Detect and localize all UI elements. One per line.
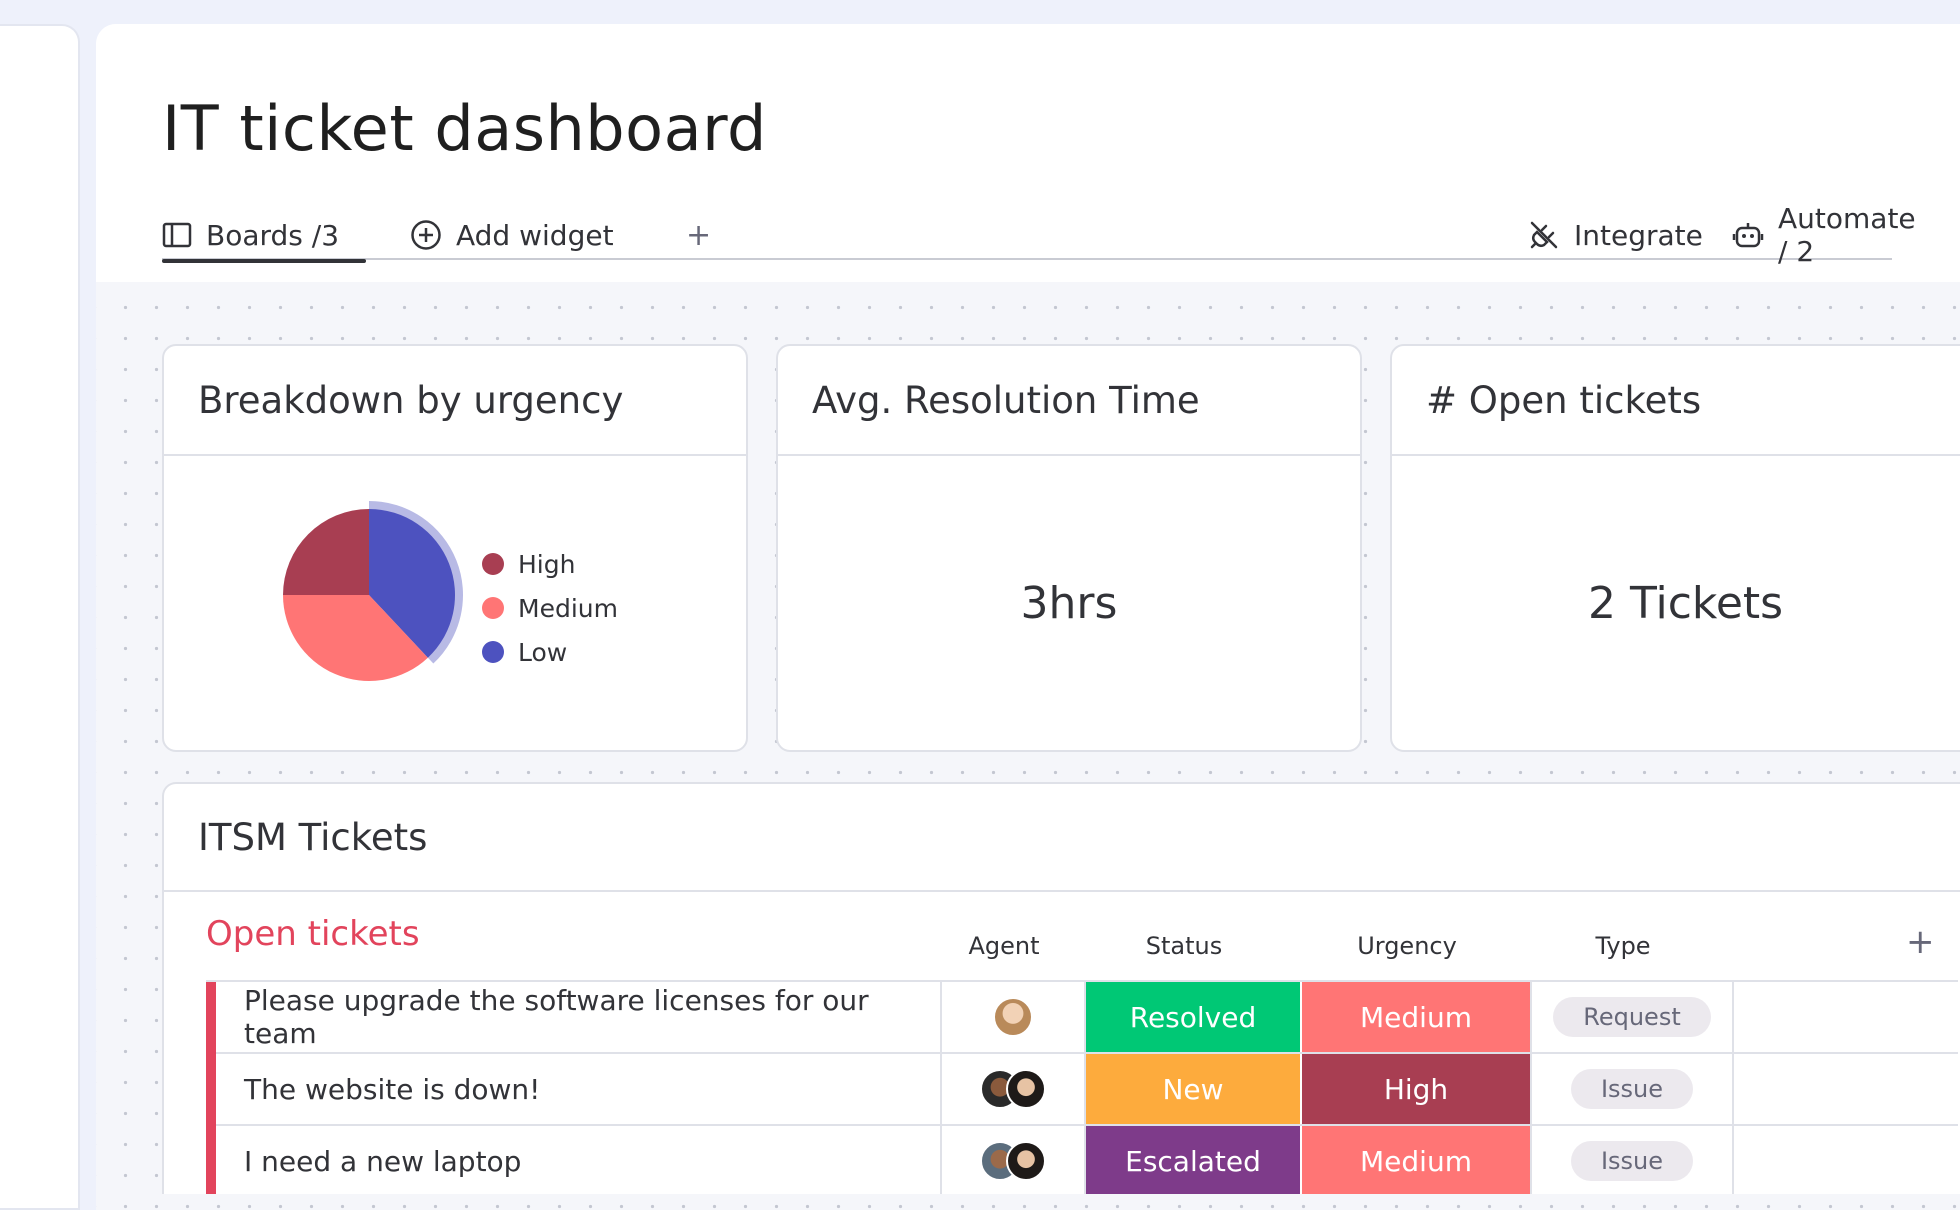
table-row[interactable]: I need a new laptop Escalated Medium Iss… bbox=[216, 1126, 1958, 1194]
type-cell[interactable]: Issue bbox=[1532, 1054, 1734, 1124]
page-title: IT ticket dashboard bbox=[162, 92, 767, 165]
pie-slice-high[interactable] bbox=[283, 509, 369, 595]
tickets-table: Please upgrade the software licenses for… bbox=[206, 980, 1958, 1194]
legend-item-low: Low bbox=[482, 630, 618, 674]
column-header-type[interactable]: Type bbox=[1522, 932, 1724, 960]
group-color-bar bbox=[206, 982, 216, 1194]
empty-cell bbox=[1734, 982, 1958, 1052]
legend-item-medium: Medium bbox=[482, 586, 618, 630]
urgency-label[interactable]: Medium bbox=[1302, 1126, 1532, 1194]
add-circle-icon bbox=[410, 219, 442, 251]
legend-dot bbox=[482, 553, 504, 575]
type-pill: Issue bbox=[1570, 1141, 1694, 1181]
tab-boards-label: Boards /3 bbox=[206, 218, 340, 252]
table-row[interactable]: Please upgrade the software licenses for… bbox=[216, 982, 1958, 1054]
robot-icon bbox=[1732, 220, 1764, 250]
tab-add-widget[interactable]: Add widget bbox=[410, 210, 614, 260]
ticket-name[interactable]: Please upgrade the software licenses for… bbox=[216, 982, 942, 1052]
tab-boards[interactable]: Boards /3 bbox=[162, 210, 366, 263]
type-pill: Request bbox=[1553, 997, 1711, 1037]
table-row[interactable]: The website is down! New High Issue bbox=[216, 1054, 1958, 1126]
add-column-button[interactable]: + bbox=[1906, 922, 1935, 962]
tabs-bar: Boards /3 Add widget + Integrate Automat… bbox=[162, 202, 1916, 268]
type-cell[interactable]: Issue bbox=[1532, 1126, 1734, 1194]
agent-cell[interactable] bbox=[942, 1126, 1086, 1194]
widget-title: # Open tickets bbox=[1392, 346, 1960, 456]
urgency-label[interactable]: Medium bbox=[1302, 982, 1532, 1052]
legend-dot bbox=[482, 597, 504, 619]
status-label[interactable]: Escalated bbox=[1086, 1126, 1302, 1194]
urgency-pie-chart bbox=[274, 500, 464, 690]
active-tab-indicator bbox=[162, 259, 366, 263]
legend-item-high: High bbox=[482, 542, 618, 586]
widget-avg-resolution-time[interactable]: Avg. Resolution Time 3hrs bbox=[776, 344, 1362, 752]
tab-add-widget-label: Add widget bbox=[456, 218, 614, 252]
urgency-label[interactable]: High bbox=[1302, 1054, 1532, 1124]
widget-title: ITSM Tickets bbox=[164, 784, 1960, 892]
add-view-button[interactable]: + bbox=[686, 210, 711, 260]
status-label[interactable]: New bbox=[1086, 1054, 1302, 1124]
column-header-status[interactable]: Status bbox=[1076, 932, 1292, 960]
type-pill: Issue bbox=[1570, 1069, 1694, 1109]
legend-label: High bbox=[518, 549, 576, 579]
ticket-name[interactable]: The website is down! bbox=[216, 1054, 942, 1124]
status-label[interactable]: Resolved bbox=[1086, 982, 1302, 1052]
empty-cell bbox=[1734, 1054, 1958, 1124]
chart-legend: High Medium Low bbox=[482, 542, 618, 674]
open-tickets-value: 2 Tickets bbox=[1588, 577, 1784, 629]
plug-icon bbox=[1528, 219, 1560, 251]
type-cell[interactable]: Request bbox=[1532, 982, 1734, 1052]
resolution-value: 3hrs bbox=[1020, 577, 1118, 629]
tab-integrate-label: Integrate bbox=[1574, 218, 1703, 252]
widget-open-tickets[interactable]: # Open tickets 2 Tickets bbox=[1390, 344, 1960, 752]
dashboard-canvas: Breakdown by urgency High Medium Low Avg… bbox=[96, 282, 1960, 1210]
avatar[interactable] bbox=[1006, 1141, 1046, 1181]
column-header-urgency[interactable]: Urgency bbox=[1292, 932, 1522, 960]
board-icon bbox=[162, 222, 192, 248]
avatar[interactable] bbox=[1006, 1069, 1046, 1109]
legend-dot bbox=[482, 641, 504, 663]
widget-title: Breakdown by urgency bbox=[164, 346, 746, 456]
tab-integrate[interactable]: Integrate bbox=[1528, 210, 1703, 260]
tab-automate-label: Automate / 2 bbox=[1778, 202, 1916, 268]
agent-cell[interactable] bbox=[942, 982, 1086, 1052]
widget-breakdown-by-urgency[interactable]: Breakdown by urgency High Medium Low bbox=[162, 344, 748, 752]
empty-cell bbox=[1734, 1126, 1958, 1194]
tab-automate[interactable]: Automate / 2 bbox=[1732, 202, 1916, 268]
avatar[interactable] bbox=[993, 997, 1033, 1037]
agent-cell[interactable] bbox=[942, 1054, 1086, 1124]
widget-title: Avg. Resolution Time bbox=[778, 346, 1360, 456]
column-header-agent[interactable]: Agent bbox=[932, 932, 1076, 960]
main-panel: IT ticket dashboard Boards /3 Add widget… bbox=[96, 24, 1960, 1210]
left-rail bbox=[0, 24, 80, 1210]
dashboard-header: IT ticket dashboard Boards /3 Add widget… bbox=[96, 24, 1960, 282]
legend-label: Medium bbox=[518, 593, 618, 623]
legend-label: Low bbox=[518, 637, 568, 667]
group-title[interactable]: Open tickets bbox=[206, 914, 420, 954]
widget-itsm-tickets[interactable]: ITSM Tickets Open tickets Agent Status U… bbox=[162, 782, 1960, 1194]
ticket-name[interactable]: I need a new laptop bbox=[216, 1126, 942, 1194]
